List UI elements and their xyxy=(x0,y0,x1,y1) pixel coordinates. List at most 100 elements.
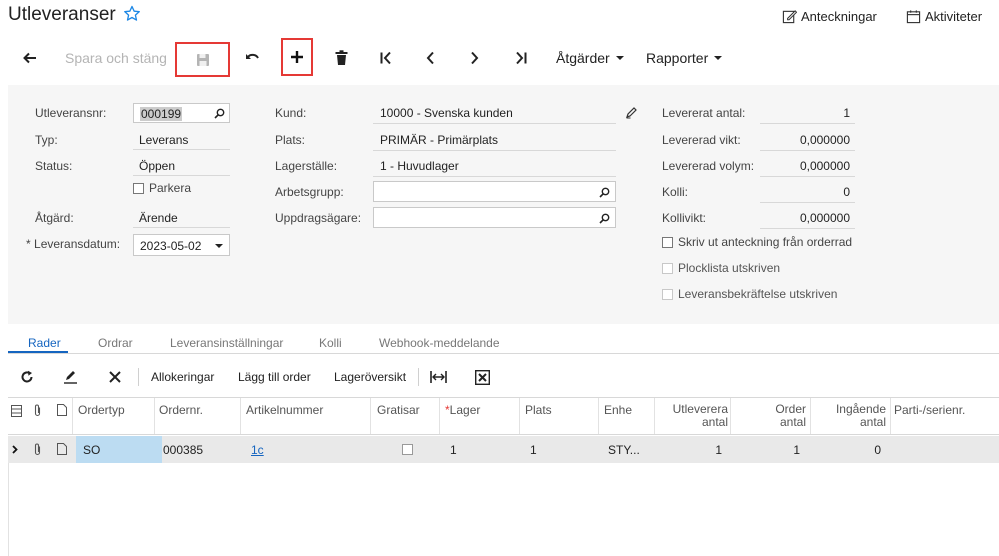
paperclip-icon xyxy=(34,404,41,417)
picklist-label: Plocklista utskriven xyxy=(678,261,781,275)
fit-columns-button[interactable] xyxy=(430,366,447,388)
activities-button[interactable]: Aktiviteter xyxy=(906,9,982,24)
shipped-volume-label: Levererad volym: xyxy=(662,159,755,173)
row-selector-icon[interactable] xyxy=(11,405,22,417)
col-order-nbr[interactable]: Ordernr. xyxy=(159,403,203,417)
operation-label: Åtgärd: xyxy=(35,211,74,225)
col-item[interactable]: Artikelnummer xyxy=(246,403,323,417)
add-order-button[interactable]: Lägg till order xyxy=(238,366,311,388)
cell-free-item-checkbox[interactable] xyxy=(402,444,413,455)
refresh-button[interactable] xyxy=(20,366,34,388)
back-button[interactable] xyxy=(15,40,45,75)
col-warehouse[interactable]: *Lager xyxy=(445,403,480,417)
column-divider xyxy=(370,398,371,434)
column-divider xyxy=(654,398,655,434)
grid-empty-area xyxy=(8,463,999,556)
col-uom[interactable]: Enhe xyxy=(604,403,632,417)
search-icon[interactable] xyxy=(214,108,225,119)
cell-item-link[interactable]: 1c xyxy=(251,443,264,457)
package-weight-label: Kollivikt: xyxy=(662,211,707,225)
warehouse-value[interactable]: 1 - Huvudlager xyxy=(373,156,616,177)
date-field[interactable]: 2023-05-02 xyxy=(133,234,230,256)
fit-width-icon xyxy=(430,371,447,383)
packages-label: Kolli: xyxy=(662,185,689,199)
cell-order-type[interactable]: SO xyxy=(83,443,100,457)
owner-label: Uppdragsägare: xyxy=(275,211,362,225)
reports-menu[interactable]: Rapporter xyxy=(646,40,723,75)
actions-menu[interactable]: Åtgärder xyxy=(556,40,624,75)
floppy-disk-icon xyxy=(196,53,209,66)
undo-icon xyxy=(246,53,259,59)
status-value: Öppen xyxy=(133,156,230,176)
delete-row-button[interactable] xyxy=(108,366,122,388)
col-order-type[interactable]: Ordertyp xyxy=(78,403,125,417)
previous-record-button[interactable] xyxy=(415,40,445,75)
shipment-nbr-field[interactable]: 000199 xyxy=(133,103,230,123)
owner-field[interactable] xyxy=(373,207,616,228)
pencil-icon[interactable] xyxy=(625,106,638,119)
first-record-button[interactable] xyxy=(371,40,401,75)
tab-rader[interactable]: Rader xyxy=(28,336,61,350)
next-record-button[interactable] xyxy=(460,40,490,75)
cell-warehouse[interactable]: 1 xyxy=(450,443,457,457)
save-button[interactable] xyxy=(175,42,230,77)
last-record-button[interactable] xyxy=(506,40,536,75)
search-icon[interactable] xyxy=(599,187,610,198)
page-title: Utleveranser xyxy=(8,4,116,25)
note-icon[interactable] xyxy=(57,443,67,455)
undo-button[interactable] xyxy=(237,40,267,75)
hold-checkbox[interactable]: Parkera xyxy=(133,181,191,195)
delete-button[interactable] xyxy=(326,40,356,75)
cell-uom[interactable]: STY... xyxy=(608,443,640,457)
operation-value: Ärende xyxy=(133,208,230,228)
packages-value: 0 xyxy=(760,182,855,203)
cell-ordered-qty[interactable]: 1 xyxy=(734,443,800,457)
required-marker: * xyxy=(26,237,35,251)
cell-open-qty[interactable]: 0 xyxy=(814,443,881,457)
save-close-button[interactable]: Spara och stäng xyxy=(65,40,167,75)
search-icon[interactable] xyxy=(599,213,610,224)
tab-ordrar[interactable]: Ordrar xyxy=(98,336,133,350)
workgroup-field[interactable] xyxy=(373,181,616,202)
location-value[interactable]: PRIMÄR - Primärplats xyxy=(373,130,616,151)
cell-shipped-qty[interactable]: 1 xyxy=(658,443,722,457)
caret-down-icon[interactable] xyxy=(215,244,223,248)
col-free-item[interactable]: Gratisar xyxy=(377,403,420,417)
col-location[interactable]: Plats xyxy=(525,403,552,417)
confirmation-checkbox[interactable]: Leveransbekräftelse utskriven xyxy=(662,287,837,301)
star-icon[interactable] xyxy=(122,4,142,24)
inventory-summary-button[interactable]: Lageröversikt xyxy=(334,366,406,388)
tab-kolli[interactable]: Kolli xyxy=(319,336,342,350)
last-page-icon xyxy=(516,51,527,64)
hold-label: Parkera xyxy=(149,181,192,195)
col-lot-serial[interactable]: Parti-/serienr. xyxy=(894,403,965,417)
allocations-button[interactable]: Allokeringar xyxy=(151,366,214,388)
edit-row-button[interactable] xyxy=(63,366,78,388)
export-excel-button[interactable] xyxy=(475,366,490,388)
package-weight-value: 0,000000 xyxy=(760,208,855,229)
print-note-checkbox[interactable]: Skriv ut anteckning från orderrad xyxy=(662,235,852,249)
tab-webhook[interactable]: Webhook-meddelande xyxy=(379,336,500,350)
col-shipped-qty-line2: antal xyxy=(701,415,728,429)
checkbox-icon xyxy=(662,236,673,248)
paperclip-icon[interactable] xyxy=(33,443,42,456)
cell-order-nbr[interactable]: 000385 xyxy=(163,443,203,457)
customer-value[interactable]: 10000 - Svenska kunden xyxy=(373,103,616,124)
note-icon xyxy=(57,404,67,416)
tab-leveransinstallningar[interactable]: Leveransinställningar xyxy=(170,336,283,350)
column-divider xyxy=(598,398,599,434)
notes-button[interactable]: Anteckningar xyxy=(782,9,877,24)
chevron-right-icon[interactable] xyxy=(12,445,18,454)
cell-location[interactable]: 1 xyxy=(530,443,537,457)
col-shipped-qty[interactable]: Utleverera antal xyxy=(658,403,728,429)
col-open-qty-line2: antal xyxy=(859,415,886,429)
add-button[interactable] xyxy=(281,38,313,76)
date-label-text: Leveransdatum: xyxy=(34,237,121,251)
col-open-qty[interactable]: Ingående antal xyxy=(814,403,886,429)
column-divider xyxy=(890,398,891,434)
shipment-nbr-value: 000199 xyxy=(140,107,183,121)
picklist-checkbox[interactable]: Plocklista utskriven xyxy=(662,261,780,275)
col-ordered-qty[interactable]: Order antal xyxy=(734,403,806,429)
table-row[interactable]: SO 000385 1c 1 1 STY... 1 1 0 xyxy=(8,436,999,463)
shipment-nbr-label: Utleveransnr: xyxy=(35,106,107,120)
